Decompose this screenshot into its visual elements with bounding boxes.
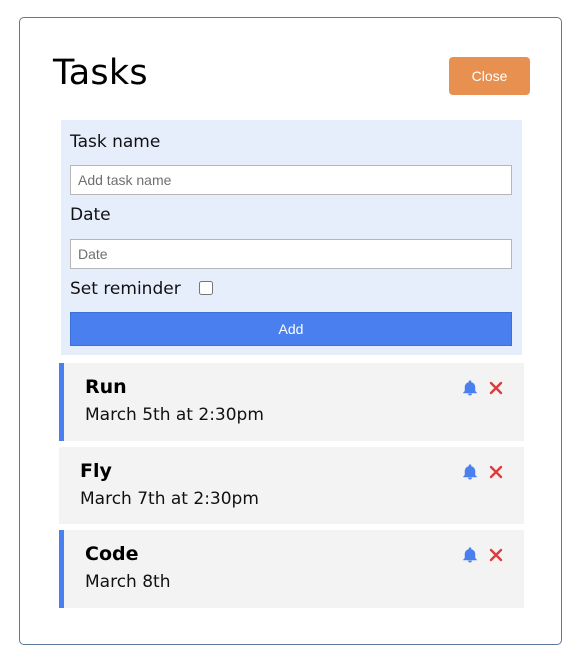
task-date: March 5th at 2:30pm [85,405,264,425]
reminder-label: Set reminder [70,279,181,299]
close-icon[interactable] [488,380,504,396]
bell-icon[interactable] [461,379,479,397]
date-input[interactable] [70,239,512,269]
tasks-panel: Tasks Close Task name Date Set reminder … [19,17,562,645]
reminder-checkbox[interactable] [199,281,213,295]
task-name: Code [85,543,139,565]
task-date: March 7th at 2:30pm [80,489,259,509]
task-item[interactable]: Fly March 7th at 2:30pm [59,447,524,524]
close-icon[interactable] [488,547,504,563]
add-button[interactable]: Add [70,312,512,346]
close-icon[interactable] [488,464,504,480]
task-name: Run [85,376,127,398]
add-task-form: Task name Date Set reminder Add [61,120,522,355]
bell-icon[interactable] [461,463,479,481]
task-item[interactable]: Code March 8th [59,530,524,608]
date-label: Date [70,205,111,225]
task-date: March 8th [85,572,171,592]
task-name-input[interactable] [70,165,512,195]
task-name-label: Task name [70,132,161,152]
task-name: Fly [80,460,112,482]
page-title: Tasks [53,53,148,93]
close-button[interactable]: Close [449,57,530,95]
task-item[interactable]: Run March 5th at 2:30pm [59,363,524,441]
bell-icon[interactable] [461,546,479,564]
